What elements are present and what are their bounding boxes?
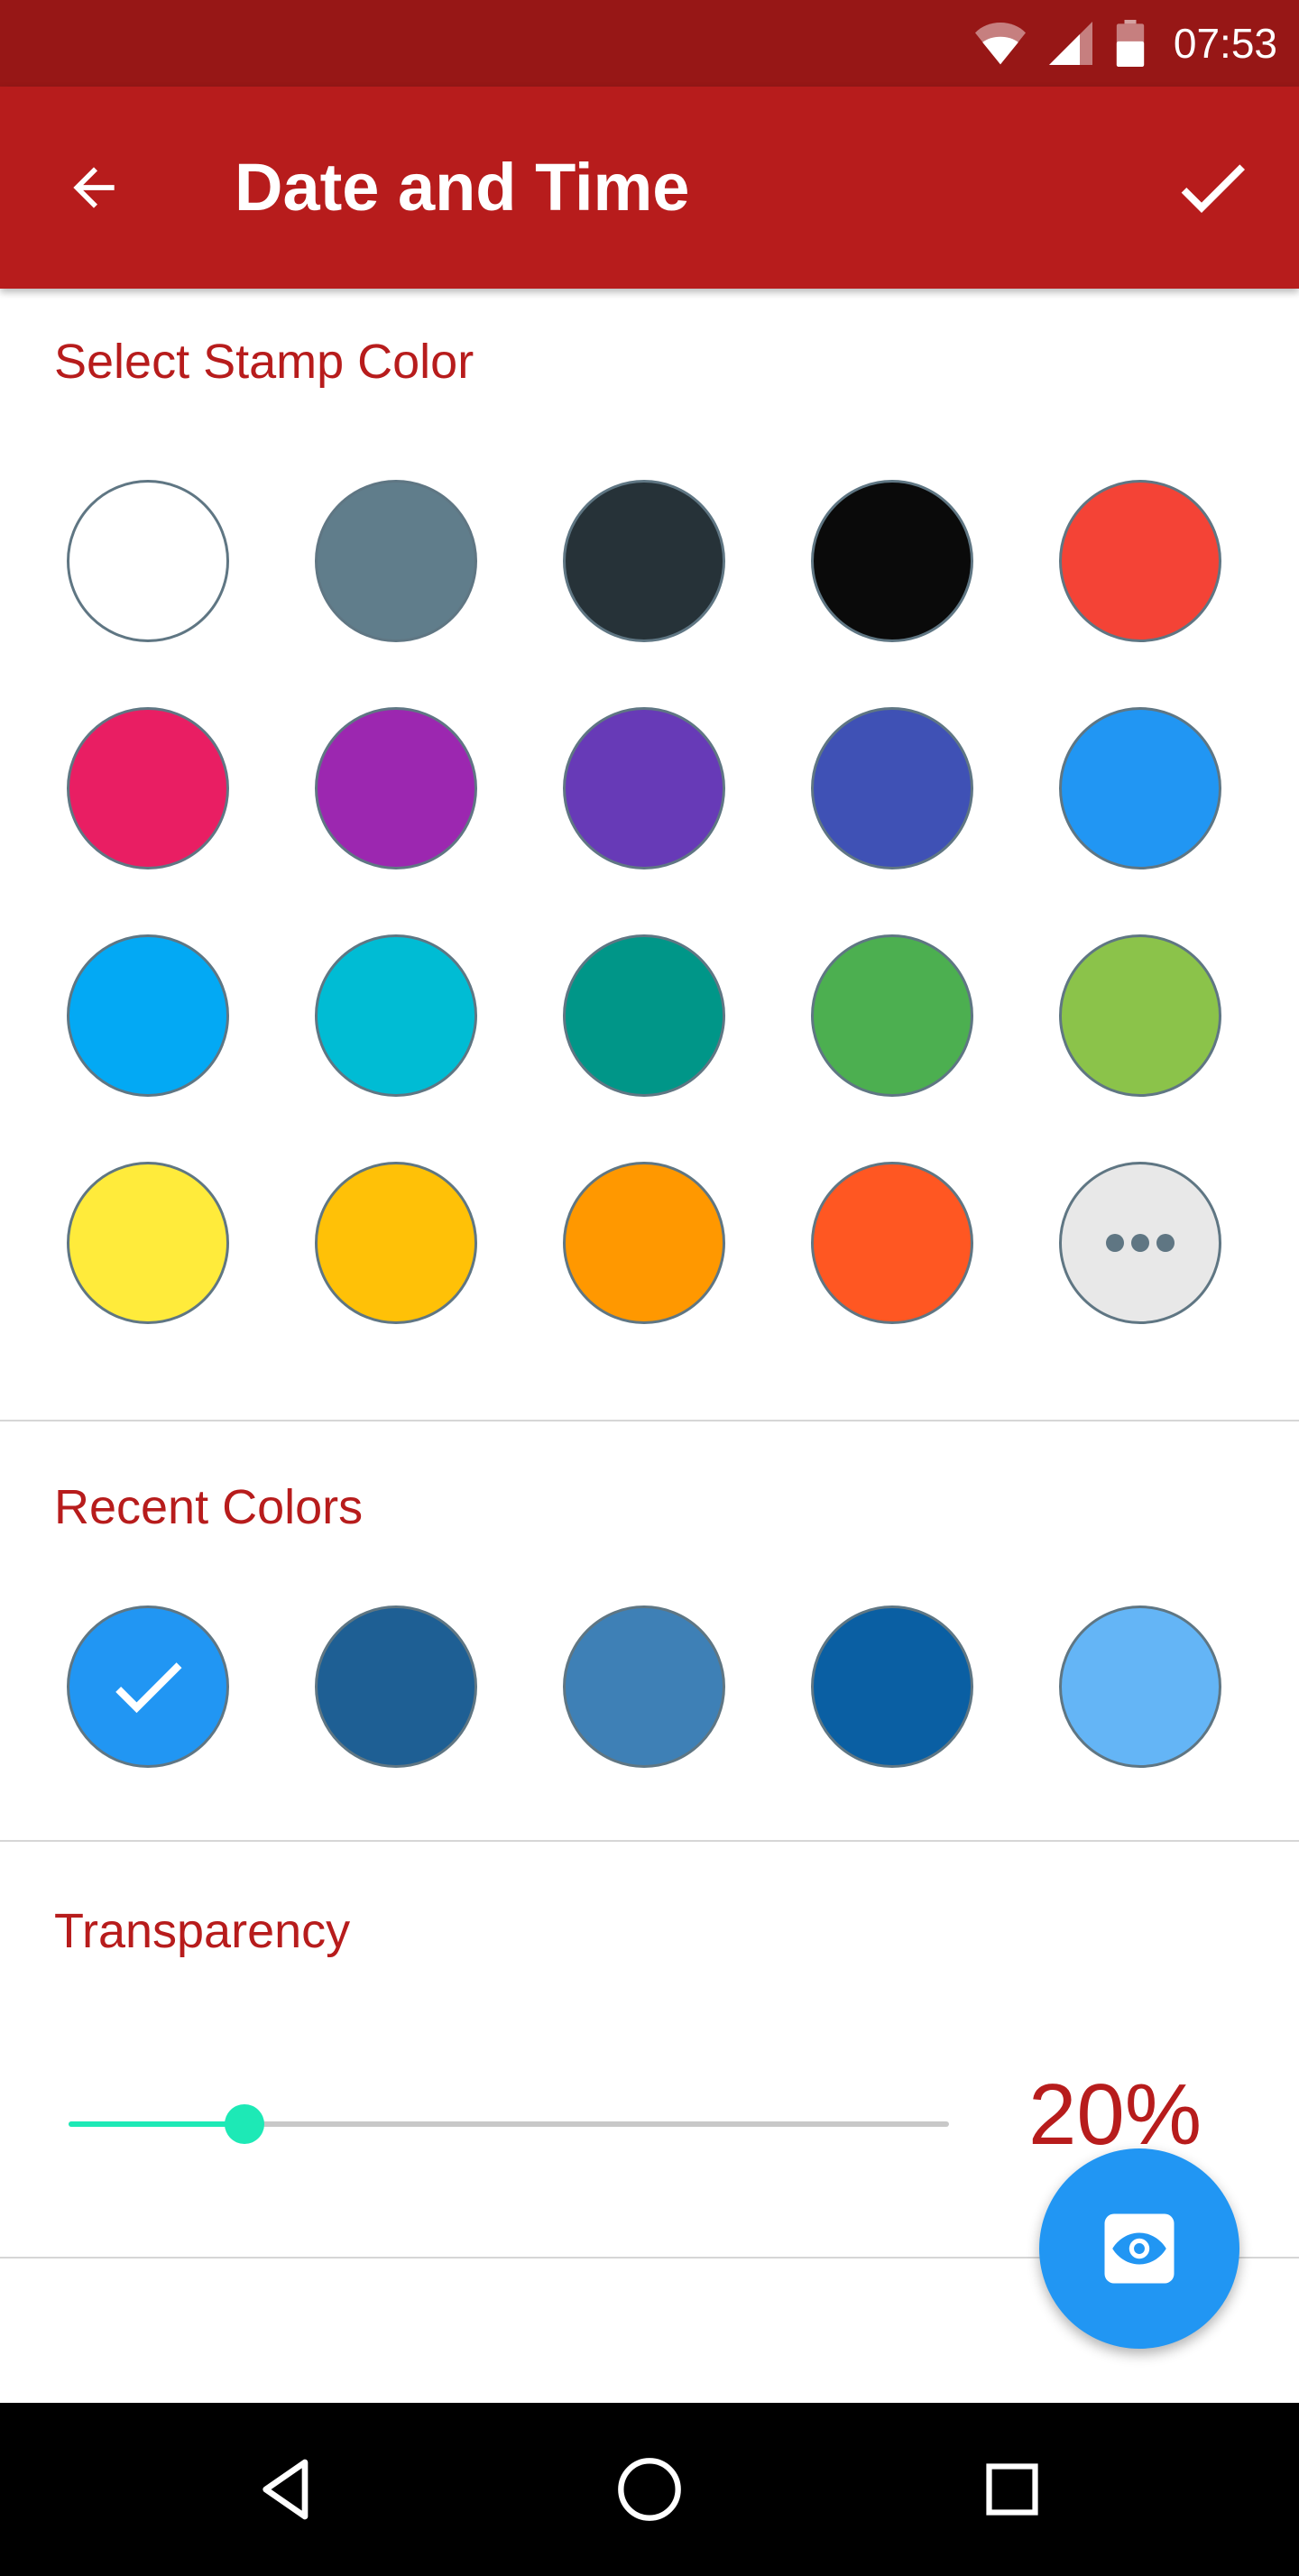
color-swatch[interactable]	[67, 934, 229, 1097]
circle-home-icon	[618, 2458, 681, 2521]
divider	[0, 1840, 1299, 1842]
color-swatch[interactable]	[1059, 480, 1221, 642]
color-swatch[interactable]	[563, 480, 725, 642]
transparency-value: 20%	[1028, 2066, 1202, 2163]
battery-icon	[1116, 20, 1145, 67]
check-icon	[1181, 164, 1245, 213]
wifi-icon	[974, 22, 1026, 65]
eye-icon	[1104, 2213, 1175, 2284]
nav-back-button[interactable]	[233, 2435, 341, 2544]
transparency-title: Transparency	[54, 1904, 351, 1958]
color-swatch[interactable]	[315, 1162, 477, 1324]
color-swatch[interactable]	[315, 707, 477, 869]
transparency-slider[interactable]	[69, 2104, 949, 2144]
color-swatch[interactable]	[563, 707, 725, 869]
color-swatch[interactable]	[563, 934, 725, 1097]
slider-thumb[interactable]	[225, 2104, 265, 2144]
divider	[0, 1420, 1299, 1421]
color-swatch[interactable]	[67, 1162, 229, 1324]
slider-fill	[69, 2121, 245, 2127]
square-recents-icon	[986, 2463, 1038, 2516]
stamp-color-title: Select Stamp Color	[54, 335, 474, 389]
color-swatch[interactable]	[811, 707, 973, 869]
recent-color-swatch[interactable]	[811, 1605, 973, 1768]
color-swatch[interactable]	[1059, 934, 1221, 1097]
color-swatch[interactable]	[315, 480, 477, 642]
color-swatch[interactable]	[563, 1162, 725, 1324]
app-bar: Date and Time	[0, 87, 1299, 289]
signal-icon	[1048, 22, 1092, 65]
navigation-bar	[0, 2403, 1299, 2576]
recent-colors-title: Recent Colors	[54, 1480, 364, 1534]
check-icon	[115, 1662, 182, 1714]
color-swatch[interactable]	[811, 1162, 973, 1324]
recent-color-swatch[interactable]	[1059, 1605, 1221, 1768]
preview-fab-button[interactable]	[1039, 2148, 1239, 2349]
recent-color-swatch[interactable]	[315, 1605, 477, 1768]
recent-color-grid	[67, 1605, 1221, 1768]
status-icons: 07:53	[974, 0, 1277, 87]
nav-recents-button[interactable]	[958, 2435, 1066, 2544]
more-colors-button[interactable]	[1059, 1162, 1221, 1324]
status-bar: 07:53	[0, 0, 1299, 87]
color-swatch[interactable]	[315, 934, 477, 1097]
arrow-back-icon	[73, 167, 115, 208]
more-horiz-icon	[1106, 1234, 1175, 1252]
recent-color-swatch[interactable]	[67, 1605, 229, 1768]
color-swatch[interactable]	[1059, 707, 1221, 869]
confirm-button[interactable]	[1165, 141, 1259, 235]
nav-home-button[interactable]	[595, 2435, 704, 2544]
color-swatch[interactable]	[811, 934, 973, 1097]
color-swatch[interactable]	[67, 480, 229, 642]
color-swatch[interactable]	[67, 707, 229, 869]
back-button[interactable]	[47, 141, 141, 235]
status-time: 07:53	[1173, 20, 1277, 67]
stamp-color-grid	[67, 480, 1221, 1324]
triangle-back-icon	[263, 2459, 309, 2520]
recent-color-swatch[interactable]	[563, 1605, 725, 1768]
page-title: Date and Time	[235, 150, 690, 225]
color-swatch[interactable]	[811, 480, 973, 642]
